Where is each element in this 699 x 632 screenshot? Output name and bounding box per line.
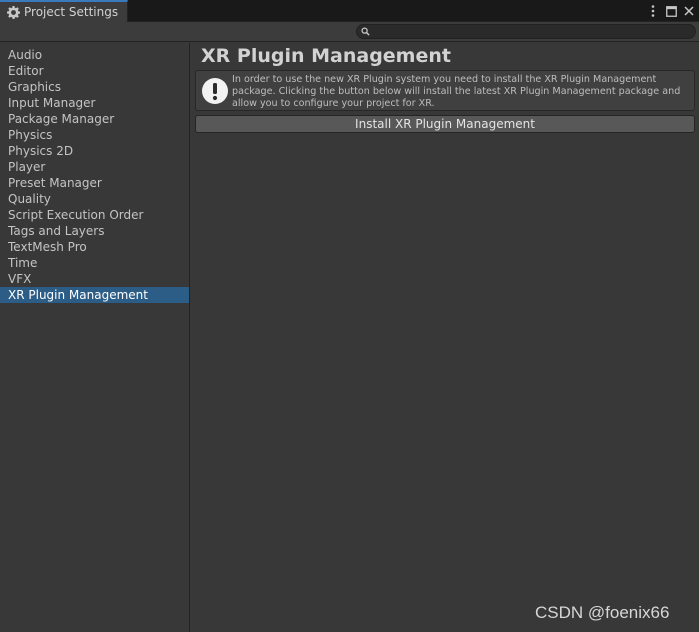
sidebar-item-physics[interactable]: Physics — [0, 127, 189, 143]
tab-label: Project Settings — [24, 5, 119, 19]
help-box: In order to use the new XR Plugin system… — [195, 70, 695, 111]
window-actions — [647, 2, 695, 20]
settings-sidebar: Audio Editor Graphics Input Manager Pack… — [0, 43, 190, 632]
install-xr-plugin-management-button[interactable]: Install XR Plugin Management — [195, 115, 695, 133]
page-title: XR Plugin Management — [201, 45, 451, 67]
sidebar-item-quality[interactable]: Quality — [0, 191, 189, 207]
watermark: CSDN @foenix66 — [535, 603, 670, 622]
sidebar-item-audio[interactable]: Audio — [0, 47, 189, 63]
toolbar — [0, 22, 699, 42]
search-icon — [361, 27, 370, 36]
sidebar-item-graphics[interactable]: Graphics — [0, 79, 189, 95]
tab-project-settings[interactable]: Project Settings — [0, 0, 128, 22]
sidebar-item-script-execution-order[interactable]: Script Execution Order — [0, 207, 189, 223]
search-input[interactable] — [373, 25, 673, 38]
sidebar-item-physics-2d[interactable]: Physics 2D — [0, 143, 189, 159]
sidebar-item-player[interactable]: Player — [0, 159, 189, 175]
project-settings-window: Project Settings Audio Editor Graphics I… — [0, 0, 699, 632]
tab-bar: Project Settings — [0, 0, 699, 22]
sidebar-item-editor[interactable]: Editor — [0, 63, 189, 79]
sidebar-item-vfx[interactable]: VFX — [0, 271, 189, 287]
settings-content: XR Plugin Management In order to use the… — [191, 43, 699, 632]
maximize-icon[interactable] — [665, 4, 677, 18]
gear-icon — [6, 5, 20, 19]
kebab-menu-icon[interactable] — [647, 4, 659, 18]
search-field[interactable] — [356, 24, 696, 39]
sidebar-item-tags-and-layers[interactable]: Tags and Layers — [0, 223, 189, 239]
sidebar-item-textmesh-pro[interactable]: TextMesh Pro — [0, 239, 189, 255]
warning-icon — [201, 77, 229, 105]
help-message: In order to use the new XR Plugin system… — [232, 74, 681, 109]
sidebar-item-input-manager[interactable]: Input Manager — [0, 95, 189, 111]
sidebar-item-time[interactable]: Time — [0, 255, 189, 271]
sidebar-item-xr-plugin-management[interactable]: XR Plugin Management — [0, 287, 189, 303]
sidebar-item-preset-manager[interactable]: Preset Manager — [0, 175, 189, 191]
close-icon[interactable] — [683, 4, 695, 18]
sidebar-item-package-manager[interactable]: Package Manager — [0, 111, 189, 127]
